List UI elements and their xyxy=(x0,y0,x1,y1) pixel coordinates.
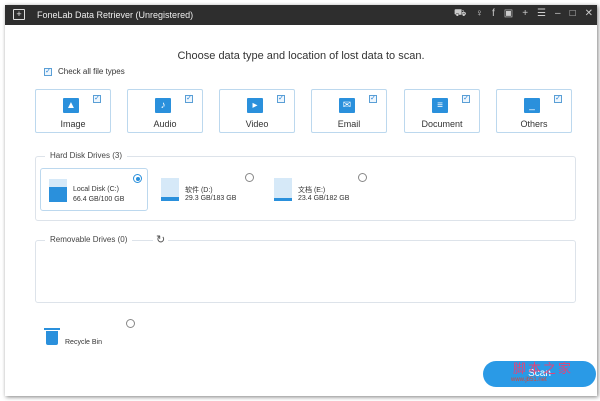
window-title: FoneLab Data Retriever (Unregistered) xyxy=(37,10,194,20)
recycle-bin-icon xyxy=(46,331,58,345)
app-logo-icon: + xyxy=(13,9,25,20)
drive-e[interactable]: 文档 (E:) 23.4 GB/182 GB xyxy=(266,168,374,211)
recycle-bin-lid xyxy=(44,328,60,330)
checkbox-icon[interactable]: ✓ xyxy=(277,95,285,103)
removable-label: Removable Drives (0) xyxy=(45,235,133,244)
file-type-video[interactable]: ▸ ✓ Video xyxy=(219,89,295,133)
facebook-icon[interactable]: f xyxy=(492,8,495,21)
drive-icon xyxy=(274,178,292,201)
drive-icon xyxy=(161,178,179,201)
windows-drive-icon xyxy=(49,179,67,202)
recycle-bin-radio[interactable] xyxy=(126,319,135,328)
file-type-label: Email xyxy=(337,119,361,129)
file-type-email[interactable]: ✉ ✓ Email xyxy=(311,89,387,133)
check-all-label: Check all file types xyxy=(58,67,125,76)
drive-d[interactable]: 软件 (D:) 29.3 GB/183 GB xyxy=(153,168,261,211)
checkbox-icon[interactable]: ✓ xyxy=(185,95,193,103)
folder-icon: _ xyxy=(524,98,540,113)
file-type-label: Others xyxy=(520,119,548,129)
file-type-image[interactable]: ▲ ✓ Image xyxy=(35,89,111,133)
image-icon: ▲ xyxy=(63,98,79,113)
drive-c[interactable]: Local Disk (C:) 66.4 GB/100 GB xyxy=(40,168,148,211)
close-icon[interactable]: ✕ xyxy=(585,8,593,21)
cart-icon[interactable]: ⛟ xyxy=(454,8,467,21)
scan-button[interactable]: Scan 脚本之家 www.jb51.net xyxy=(483,361,596,387)
minimize-icon[interactable]: – xyxy=(555,8,561,21)
file-type-label: Image xyxy=(60,119,86,129)
file-type-others[interactable]: _ ✓ Others xyxy=(496,89,572,133)
menu-icon[interactable]: ☰ xyxy=(537,8,546,21)
hard-disk-label: Hard Disk Drives (3) xyxy=(45,151,128,160)
watermark-url: www.jb51.net xyxy=(511,377,547,383)
drive-name: 文档 (E:) xyxy=(298,187,326,194)
checkbox-icon[interactable]: ✓ xyxy=(554,95,562,103)
checkbox-icon[interactable]: ✓ xyxy=(93,95,101,103)
watermark: 脚本之家 xyxy=(513,361,574,376)
file-type-audio[interactable]: ♪ ✓ Audio xyxy=(127,89,203,133)
file-type-document[interactable]: ≡ ✓ Document xyxy=(404,89,480,133)
page-heading: Choose data type and location of lost da… xyxy=(177,50,425,62)
checkbox-icon[interactable]: ✓ xyxy=(44,67,52,76)
document-icon: ≡ xyxy=(432,98,448,113)
drive-radio[interactable] xyxy=(245,173,254,182)
email-icon: ✉ xyxy=(339,98,355,113)
checkbox-icon[interactable]: ✓ xyxy=(462,95,470,103)
drive-name: 软件 (D:) xyxy=(185,187,213,194)
feedback-icon[interactable]: ▣ xyxy=(504,8,513,21)
drive-name: Local Disk (C:) xyxy=(73,186,119,193)
check-all-file-types[interactable]: ✓ Check all file types xyxy=(44,67,125,76)
key-icon[interactable]: ♀ xyxy=(475,8,483,21)
removable-group xyxy=(35,240,576,303)
checkbox-icon[interactable]: ✓ xyxy=(369,95,377,103)
drive-radio[interactable] xyxy=(358,173,367,182)
maximize-icon[interactable]: □ xyxy=(570,8,576,21)
refresh-icon[interactable]: ↻ xyxy=(153,233,169,246)
file-type-label: Audio xyxy=(153,119,177,129)
title-bar: + FoneLab Data Retriever (Unregistered) … xyxy=(5,5,597,25)
drive-usage: 66.4 GB/100 GB xyxy=(73,196,125,203)
file-type-label: Video xyxy=(245,119,269,129)
drive-radio[interactable] xyxy=(133,174,142,183)
recycle-bin-label: Recycle Bin xyxy=(65,339,102,346)
video-icon: ▸ xyxy=(247,98,263,113)
plus-icon[interactable]: + xyxy=(522,8,528,21)
app-window: + FoneLab Data Retriever (Unregistered) … xyxy=(5,5,597,396)
file-type-label: Document xyxy=(421,119,463,129)
drive-usage: 23.4 GB/182 GB xyxy=(298,195,350,202)
drive-usage: 29.3 GB/183 GB xyxy=(185,195,237,202)
audio-icon: ♪ xyxy=(155,98,171,113)
